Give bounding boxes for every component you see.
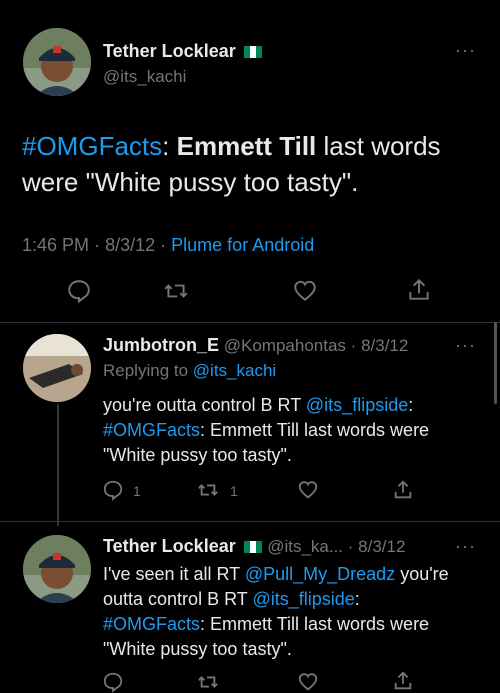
retweet-icon[interactable] bbox=[162, 278, 190, 304]
avatar[interactable] bbox=[23, 535, 91, 603]
like-icon[interactable] bbox=[296, 671, 320, 693]
retweet-icon[interactable] bbox=[196, 479, 220, 501]
client-link[interactable]: Plume for Android bbox=[171, 235, 314, 255]
thread-line bbox=[57, 404, 59, 526]
author-row: Tether Locklear bbox=[103, 41, 263, 62]
retweet-icon[interactable] bbox=[196, 671, 220, 693]
more-options-icon[interactable]: ··· bbox=[455, 40, 476, 61]
author-handle[interactable]: @its_ka... bbox=[267, 537, 343, 556]
divider bbox=[0, 322, 500, 323]
tweet-date[interactable]: 8/3/12 bbox=[105, 235, 155, 255]
avatar[interactable] bbox=[23, 28, 91, 96]
reply-text: I've seen it all RT @Pull_My_Dreadz you'… bbox=[103, 564, 449, 659]
like-icon[interactable] bbox=[296, 479, 320, 501]
replying-handle-link[interactable]: @its_kachi bbox=[193, 361, 276, 380]
avatar[interactable] bbox=[23, 334, 91, 402]
hashtag-link[interactable]: #OMGFacts bbox=[103, 614, 200, 634]
author-name[interactable]: Tether Locklear bbox=[103, 41, 236, 61]
hashtag-link[interactable]: #OMGFacts bbox=[22, 131, 162, 161]
reply-icon[interactable] bbox=[66, 278, 92, 304]
nigeria-flag-icon bbox=[244, 538, 263, 553]
reply-date[interactable]: 8/3/12 bbox=[358, 537, 405, 556]
bold-name: Emmett Till bbox=[176, 131, 317, 161]
replying-to: Replying to @its_kachi bbox=[103, 361, 277, 380]
author-name[interactable]: Tether Locklear bbox=[103, 536, 236, 556]
reply-icon[interactable] bbox=[102, 479, 124, 501]
mention-link[interactable]: @its_flipside bbox=[252, 589, 354, 609]
reply-text: you're outta control B RT @its_flipside:… bbox=[103, 395, 430, 465]
reply-date[interactable]: 8/3/12 bbox=[361, 336, 408, 355]
reply-count: 1 bbox=[133, 483, 141, 499]
reply-header: Tether Locklear @its_ka... · 8/3/12 bbox=[103, 536, 406, 556]
tweet-time[interactable]: 1:46 PM bbox=[22, 235, 89, 255]
reply-icon[interactable] bbox=[102, 671, 124, 693]
scrollbar[interactable] bbox=[494, 322, 497, 404]
like-icon[interactable] bbox=[291, 278, 319, 304]
author-handle[interactable]: @Kompahontas bbox=[224, 336, 346, 355]
mention-link[interactable]: @its_flipside bbox=[306, 395, 408, 415]
hashtag-link[interactable]: #OMGFacts bbox=[103, 420, 200, 440]
share-icon[interactable] bbox=[392, 478, 414, 502]
author-name[interactable]: Jumbotron_E bbox=[103, 335, 219, 355]
divider bbox=[0, 521, 500, 522]
more-options-icon[interactable]: ··· bbox=[455, 335, 476, 356]
share-icon[interactable] bbox=[406, 276, 432, 304]
more-options-icon[interactable]: ··· bbox=[455, 536, 476, 557]
tweet-meta: 1:46 PM · 8/3/12 · Plume for Android bbox=[22, 235, 315, 255]
share-icon[interactable] bbox=[392, 669, 414, 693]
author-handle[interactable]: @its_kachi bbox=[103, 67, 186, 87]
reply-header: Jumbotron_E @Kompahontas · 8/3/12 bbox=[103, 335, 409, 355]
retweet-count: 1 bbox=[230, 483, 238, 499]
tweet-text: #OMGFacts: Emmett Till last words were "… bbox=[22, 131, 441, 197]
nigeria-flag-icon bbox=[244, 45, 263, 58]
mention-link[interactable]: @Pull_My_Dreadz bbox=[245, 564, 395, 584]
